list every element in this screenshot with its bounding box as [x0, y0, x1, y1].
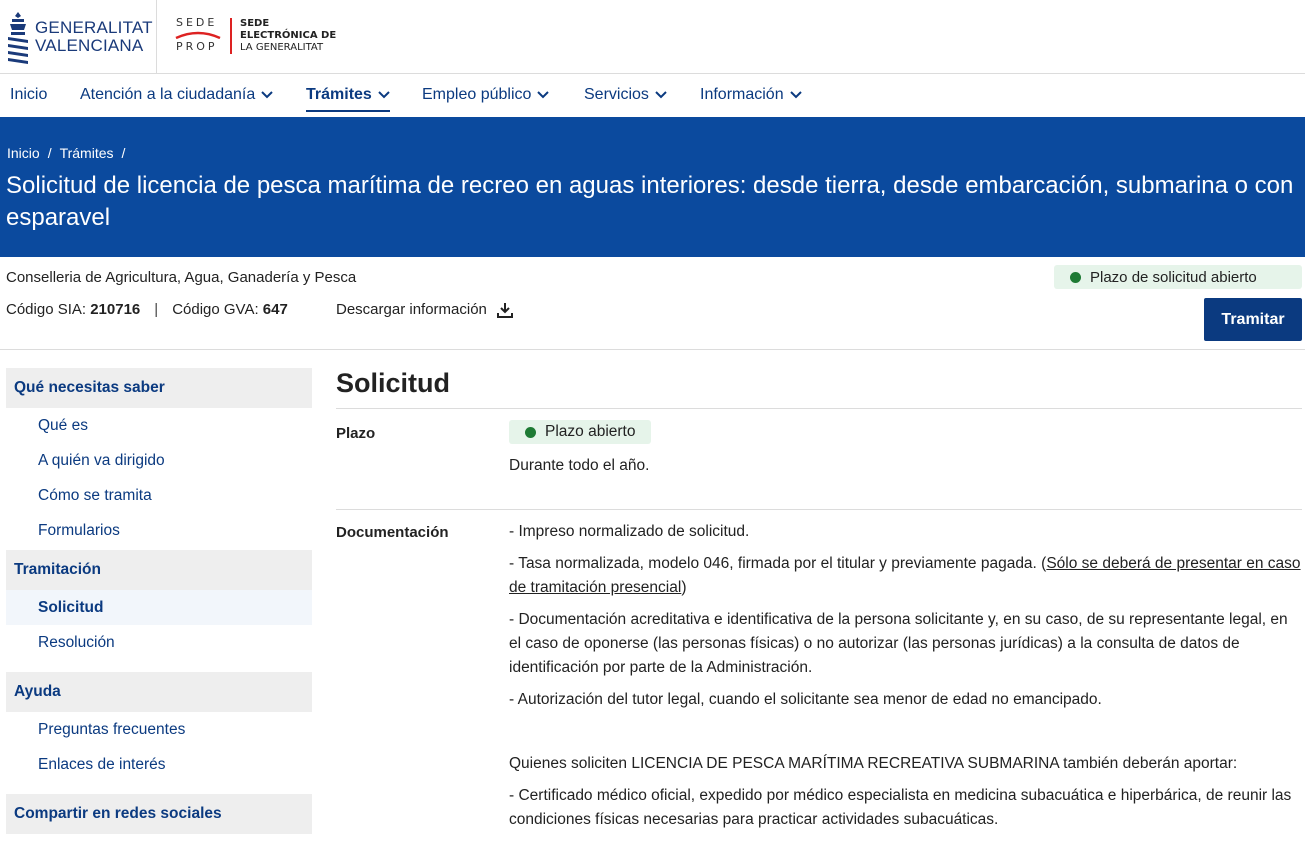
- nav-informacion[interactable]: Información: [700, 84, 802, 106]
- plazo-label: Plazo: [336, 425, 376, 442]
- breadcrumb-tramites[interactable]: Trámites: [60, 145, 114, 161]
- generalitat-logo[interactable]: GENERALITAT VALENCIANA: [6, 8, 153, 66]
- header-divider: [156, 0, 157, 74]
- sidebar-section-que-necesitas-saber[interactable]: Qué necesitas saber: [6, 368, 312, 408]
- nav-inicio[interactable]: Inicio: [10, 84, 47, 106]
- nav-label: Servicios: [584, 86, 649, 103]
- sede-line: LA GENERALITAT: [240, 42, 324, 53]
- nav-empleo[interactable]: Empleo público: [422, 84, 550, 106]
- chevron-down-icon: [655, 91, 667, 99]
- chevron-down-icon: [261, 91, 273, 99]
- sidebar-item-preguntas-frecuentes[interactable]: Preguntas frecuentes: [6, 712, 312, 747]
- doc-item-close: ): [681, 579, 687, 596]
- top-bar: GENERALITAT VALENCIANA SEDE PROP SEDE EL…: [0, 0, 1305, 74]
- nav-label: Información: [700, 86, 784, 103]
- doc-item-tasa: - Tasa normalizada, modelo 046, firmada …: [509, 552, 1302, 600]
- status-text: Plazo de solicitud abierto: [1090, 268, 1257, 286]
- status-dot-icon: [525, 426, 536, 438]
- sidebar-item-solicitud[interactable]: Solicitud: [6, 590, 312, 625]
- doc-item-text: - Tasa normalizada, modelo 046, firmada …: [509, 555, 1047, 572]
- sidebar-section-tramitacion[interactable]: Tramitación: [6, 550, 312, 590]
- generalitat-emblem-icon: [8, 12, 28, 64]
- sidebar-item-como-se-tramita[interactable]: Cómo se tramita: [6, 478, 312, 513]
- doc-item: - Certificado médico oficial, expedido p…: [509, 787, 1292, 828]
- sede-prop-mark: SEDE PROP: [174, 14, 222, 58]
- breadcrumb-inicio[interactable]: Inicio: [7, 145, 40, 161]
- gva-value: 647: [262, 301, 288, 318]
- plazo-text: Durante todo el año.: [509, 456, 650, 474]
- breadcrumb-separator: /: [121, 145, 126, 161]
- main-nav: Inicio Atención a la ciudadanía Trámites…: [0, 74, 1305, 117]
- breadcrumb-separator: /: [47, 145, 52, 161]
- nav-servicios[interactable]: Servicios: [584, 84, 667, 106]
- department-name: Conselleria de Agricultura, Agua, Ganade…: [6, 269, 357, 286]
- nav-atencion[interactable]: Atención a la ciudadanía: [80, 84, 273, 106]
- doc-item: - Impreso normalizado de solicitud.: [509, 523, 750, 540]
- nav-label: Empleo público: [422, 86, 532, 103]
- section-heading: Solicitud: [336, 368, 1302, 409]
- codes-separator: |: [154, 301, 159, 318]
- nav-tramites[interactable]: Trámites: [306, 84, 390, 112]
- doc-item: - Documentación acreditativa e identific…: [509, 611, 1288, 676]
- page-hero: Inicio / Trámites / Solicitud de licenci…: [0, 117, 1305, 257]
- plazo-status-badge: Plazo abierto: [509, 420, 652, 444]
- sede-electronica-logo[interactable]: SEDE PROP SEDE ELECTRÓNICA DE LA GENERAL…: [174, 14, 354, 58]
- sidebar-item-enlaces-de-interes[interactable]: Enlaces de interés: [6, 747, 312, 782]
- documentacion-label: Documentación: [336, 524, 449, 541]
- download-icon: [496, 302, 513, 318]
- sia-value: 210716: [90, 301, 141, 318]
- status-dot-icon: [1070, 271, 1081, 283]
- chevron-down-icon: [378, 91, 390, 99]
- procedure-info: Conselleria de Agricultura, Agua, Ganade…: [0, 257, 1305, 350]
- sede-red-bar: [230, 18, 232, 54]
- status-badge: Plazo de solicitud abierto: [1054, 265, 1302, 289]
- sede-arc-icon: [175, 31, 221, 39]
- documentacion-row: Documentación - Impreso normalizado de s…: [336, 510, 1302, 832]
- breadcrumb: Inicio / Trámites /: [7, 145, 125, 161]
- procedure-codes: Código SIA: 210716 | Código GVA: 647: [6, 301, 288, 318]
- gva-label: Código GVA:: [172, 301, 259, 318]
- logo-line: VALENCIANA: [35, 36, 144, 55]
- download-label: Descargar información: [336, 301, 487, 318]
- tramitar-button[interactable]: Tramitar: [1204, 298, 1302, 341]
- chevron-down-icon: [537, 91, 550, 99]
- plazo-badge-text: Plazo abierto: [545, 423, 636, 440]
- sidebar-section-ayuda[interactable]: Ayuda: [6, 672, 312, 712]
- chevron-down-icon: [789, 91, 802, 99]
- sede-electronica-text: SEDE ELECTRÓNICA DE LA GENERALITAT: [240, 18, 336, 54]
- doc-item: - Autorización del tutor legal, cuando e…: [509, 691, 1102, 708]
- sia-label: Código SIA:: [6, 301, 87, 318]
- active-nav-indicator: [306, 110, 390, 112]
- plazo-body: Plazo abierto Durante todo el año.: [509, 420, 1302, 478]
- sede-line: SEDE: [240, 18, 270, 29]
- sidebar-item-a-quien-va-dirigido[interactable]: A quién va dirigido: [6, 443, 312, 478]
- page-title: Solicitud de licencia de pesca marítima …: [6, 172, 1294, 231]
- sede-word: SEDE: [176, 16, 218, 29]
- plazo-row: Plazo Plazo abierto Durante todo el año.: [336, 409, 1302, 509]
- logo-line: GENERALITAT: [35, 18, 153, 37]
- sidebar-section-compartir[interactable]: Compartir en redes sociales: [6, 794, 312, 834]
- sidebar: Qué necesitas saber Qué es A quién va di…: [6, 368, 312, 834]
- sidebar-item-resolucion[interactable]: Resolución: [6, 625, 312, 660]
- submarina-intro: Quienes soliciten LICENCIA DE PESCA MARÍ…: [509, 755, 1238, 772]
- nav-label: Inicio: [10, 86, 48, 103]
- prop-word: PROP: [176, 40, 218, 53]
- nav-label: Atención a la ciudadanía: [80, 86, 256, 103]
- sidebar-item-que-es[interactable]: Qué es: [6, 408, 312, 443]
- download-info-link[interactable]: Descargar información: [336, 301, 513, 318]
- documentacion-body: - Impreso normalizado de solicitud. - Ta…: [509, 520, 1302, 832]
- generalitat-wordmark: GENERALITAT VALENCIANA: [35, 19, 153, 55]
- main-content: Solicitud Plazo Plazo abierto Durante to…: [336, 368, 1302, 840]
- sede-line: ELECTRÓNICA DE: [240, 30, 337, 41]
- nav-label: Trámites: [306, 86, 372, 103]
- sidebar-item-formularios[interactable]: Formularios: [6, 513, 312, 548]
